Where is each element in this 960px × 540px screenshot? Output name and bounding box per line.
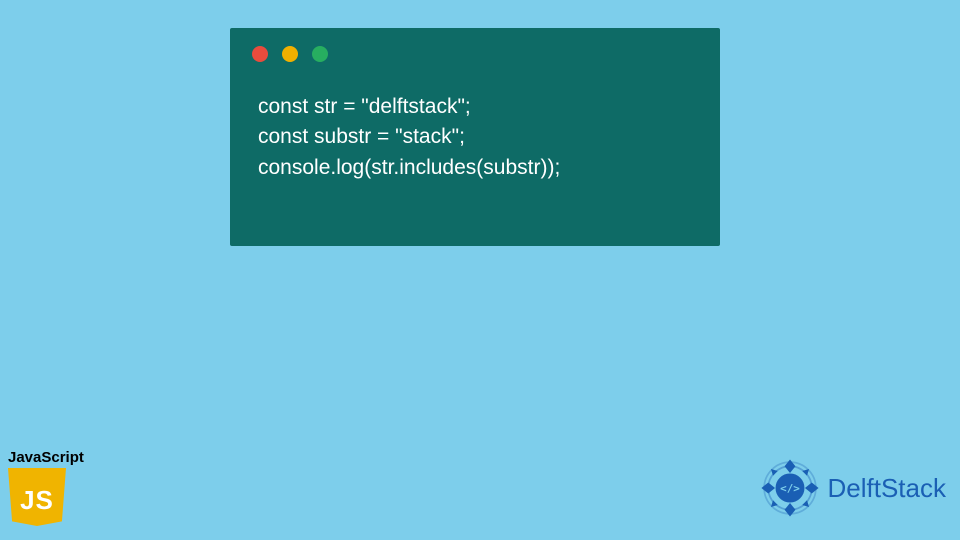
javascript-badge: JavaScript JS <box>8 449 84 526</box>
code-line-2: const substr = "stack"; <box>258 122 692 152</box>
window-controls <box>230 28 720 62</box>
delftstack-brand-text: DelftStack <box>828 473 947 504</box>
delftstack-emblem-icon: </> <box>756 454 824 522</box>
maximize-icon <box>312 46 328 62</box>
javascript-logo-text: JS <box>8 485 66 516</box>
javascript-logo-icon: JS <box>8 468 66 526</box>
minimize-icon <box>282 46 298 62</box>
delftstack-logo: </> DelftStack <box>756 454 947 522</box>
close-icon <box>252 46 268 62</box>
code-window: const str = "delftstack"; const substr =… <box>230 28 720 246</box>
code-line-1: const str = "delftstack"; <box>258 92 692 122</box>
code-line-3: console.log(str.includes(substr)); <box>258 153 692 183</box>
javascript-label: JavaScript <box>8 449 84 466</box>
svg-text:</>: </> <box>780 482 800 495</box>
code-content: const str = "delftstack"; const substr =… <box>230 62 720 183</box>
